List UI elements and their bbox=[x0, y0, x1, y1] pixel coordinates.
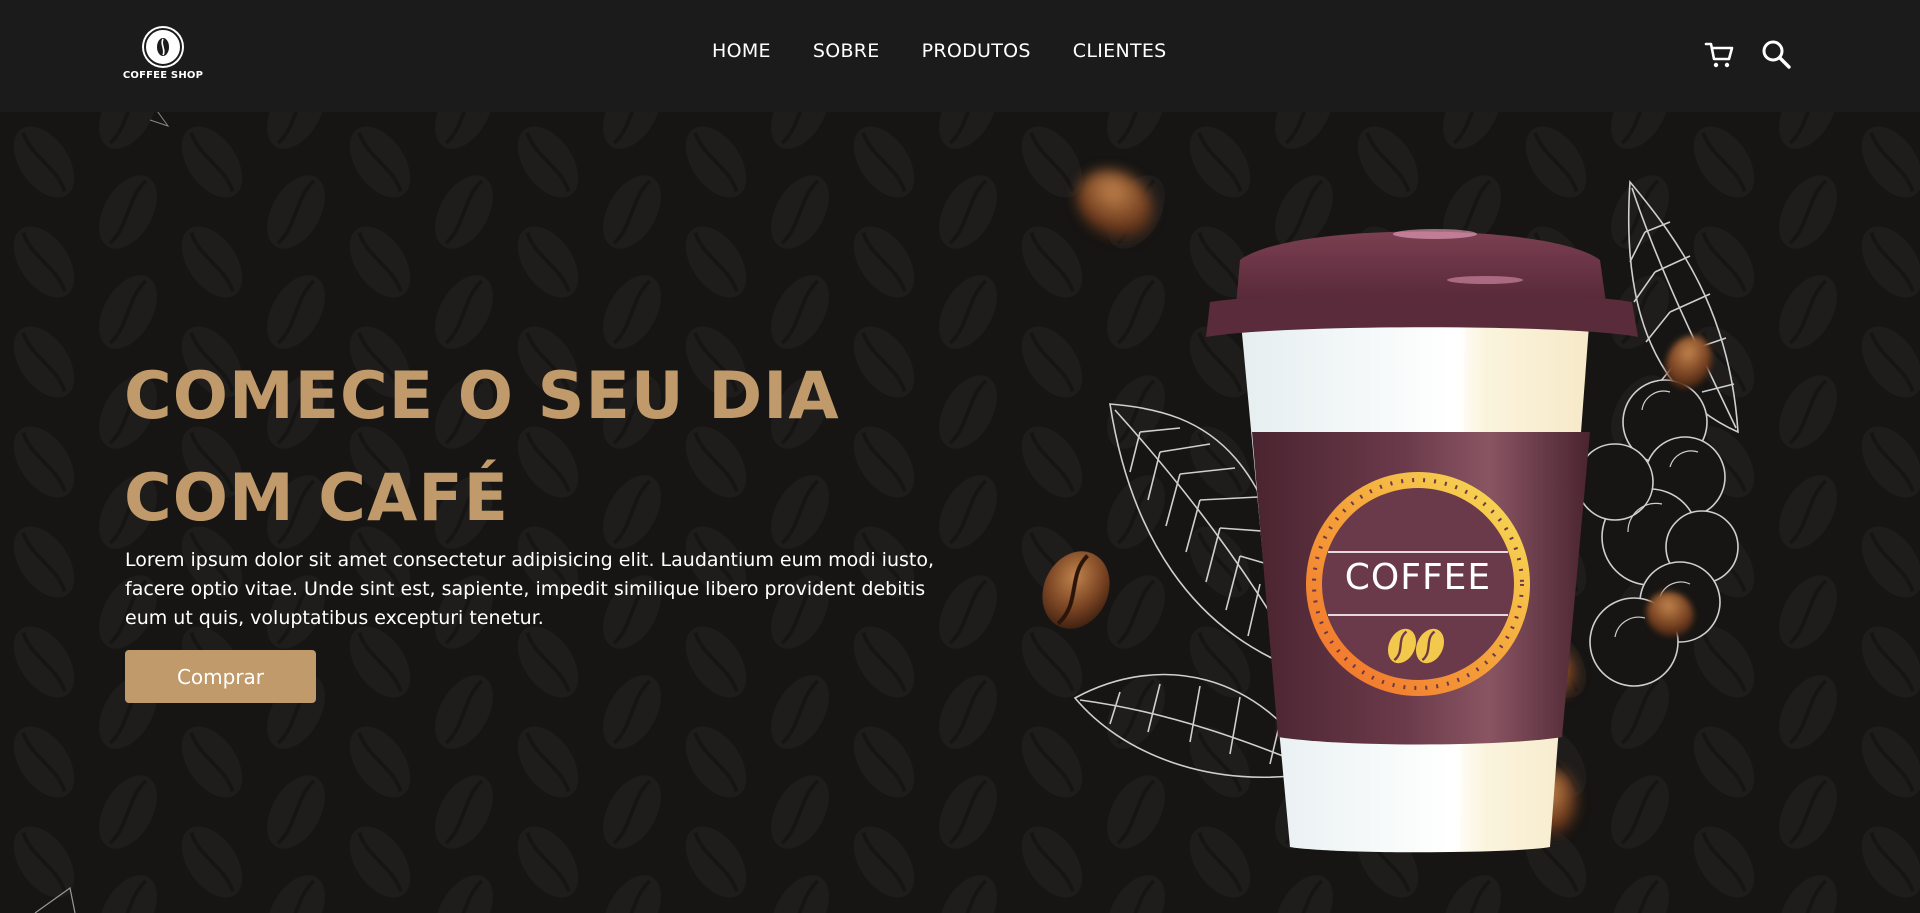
buy-button[interactable]: Comprar bbox=[125, 650, 316, 703]
hero-description: Lorem ipsum dolor sit amet consectetur a… bbox=[125, 549, 935, 629]
cup-label: COFFEE bbox=[1344, 557, 1492, 598]
coffee-bean-logo-icon bbox=[144, 28, 182, 66]
main-nav: HOME SOBRE PRODUTOS CLIENTES bbox=[712, 40, 1167, 62]
site-header: COFFEE SHOP HOME SOBRE PRODUTOS CLIENTES bbox=[0, 0, 1920, 112]
nav-produtos[interactable]: PRODUTOS bbox=[922, 40, 1031, 62]
header-actions bbox=[1704, 38, 1792, 70]
cart-icon[interactable] bbox=[1704, 38, 1736, 70]
nav-sobre[interactable]: SOBRE bbox=[813, 40, 880, 62]
headline-line-2: COM CAFÉ bbox=[124, 461, 510, 536]
hero-section: COMECE O SEU DIA COM CAFÉ Lorem ipsum do… bbox=[0, 112, 1920, 913]
nav-clientes[interactable]: CLIENTES bbox=[1073, 40, 1167, 62]
nav-home[interactable]: HOME bbox=[712, 40, 771, 62]
hero-headline: COMECE O SEU DIA COM CAFÉ bbox=[124, 346, 1024, 550]
logo-text: COFFEE SHOP bbox=[122, 70, 204, 81]
headline-line-1: COMECE O SEU DIA bbox=[124, 359, 840, 434]
search-icon[interactable] bbox=[1760, 38, 1792, 70]
coffee-cup-illustration bbox=[1042, 169, 1739, 853]
logo[interactable]: COFFEE SHOP bbox=[122, 28, 204, 82]
